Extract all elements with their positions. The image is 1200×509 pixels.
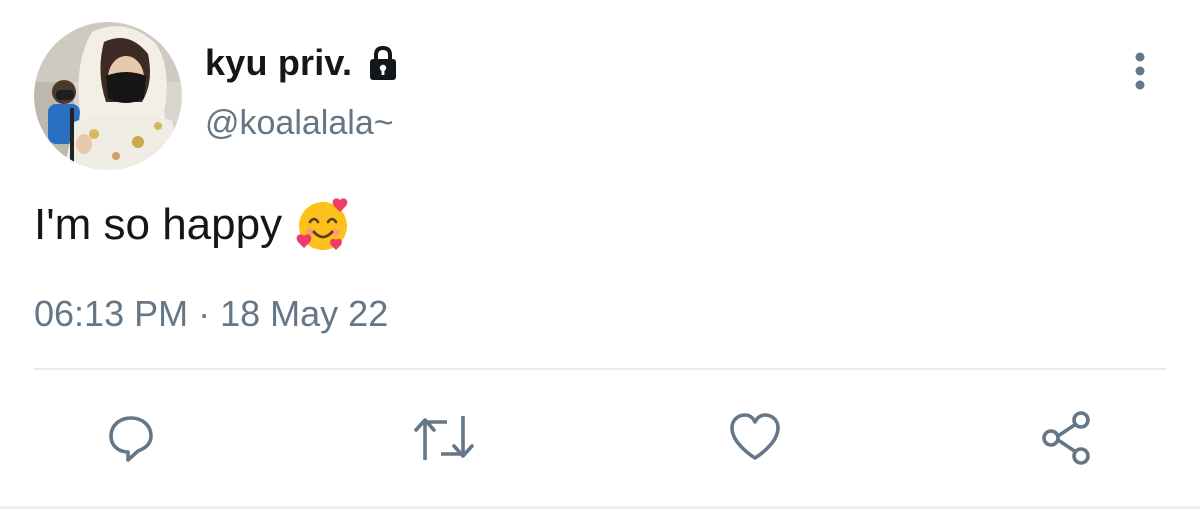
divider [34, 368, 1166, 370]
avatar-photo [34, 22, 182, 170]
user-handle[interactable]: @koalalala~ [205, 104, 394, 143]
tweet-time: 06:13 PM [34, 293, 189, 334]
avatar[interactable] [34, 22, 182, 170]
smiling-face-with-hearts-emoji [294, 196, 352, 254]
like-button[interactable] [721, 404, 789, 472]
retweet-button[interactable] [410, 404, 478, 472]
tweet-text: I'm so happy [34, 200, 283, 249]
more-vertical-icon [1135, 52, 1145, 90]
reply-icon [109, 416, 153, 462]
display-name[interactable]: kyu priv. [205, 42, 352, 84]
reply-button[interactable] [97, 404, 165, 472]
more-options-button[interactable] [1118, 46, 1162, 96]
retweet-icon [414, 416, 474, 460]
display-name-row: kyu priv. [205, 40, 402, 86]
tweet-timestamp[interactable]: 06:13 PM · 18 May 22 [34, 293, 388, 335]
tweet-date: 18 May 22 [220, 293, 389, 334]
meta-separator: · [198, 293, 211, 334]
tweet-text-row: I'm so happy [34, 196, 352, 254]
heart-icon [730, 413, 780, 460]
share-button[interactable] [1033, 404, 1101, 472]
share-icon [1042, 411, 1090, 465]
lock-icon [364, 44, 402, 82]
